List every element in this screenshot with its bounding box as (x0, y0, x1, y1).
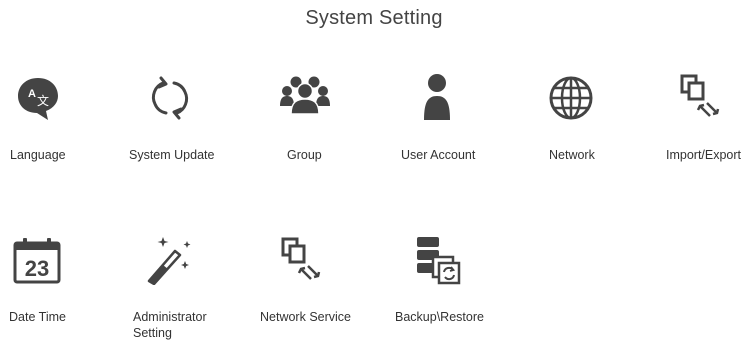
tile-network[interactable]: Network (530, 60, 640, 170)
svg-text:文: 文 (37, 93, 49, 108)
tile-backup-restore[interactable]: Backup\Restore (390, 225, 500, 335)
sync-icon (146, 74, 194, 122)
user-icon (421, 72, 453, 122)
network-service-icon (281, 235, 321, 283)
backup-restore-icon (415, 235, 465, 285)
tile-import-export[interactable]: Import/Export (660, 60, 748, 170)
tile-label: Network Service (260, 310, 351, 324)
tile-label: Administrator Setting (133, 310, 207, 340)
tile-system-update[interactable]: System Update (125, 60, 235, 170)
language-icon: A 文 (14, 74, 62, 122)
page-title: System Setting (305, 7, 443, 29)
tile-date-time[interactable]: 23 Date Time (0, 225, 110, 335)
import-export-icon (680, 72, 720, 120)
tile-label: User Account (401, 148, 476, 162)
tile-label: Date Time (9, 310, 66, 324)
globe-icon (547, 74, 595, 122)
calendar-icon: 23 (12, 237, 62, 285)
calendar-day: 23 (25, 256, 49, 281)
tile-label: Group (287, 148, 322, 162)
tile-group[interactable]: Group (270, 60, 380, 170)
tile-administrator-setting[interactable]: Administrator Setting (125, 225, 235, 340)
tile-label: Backup\Restore (395, 310, 484, 324)
group-icon (280, 72, 330, 120)
tile-label: Language (10, 148, 66, 162)
tile-language[interactable]: A 文 Language (0, 60, 110, 170)
svg-text:A: A (28, 88, 36, 100)
tile-label: System Update (129, 148, 215, 162)
magic-wand-icon (145, 235, 195, 285)
tile-label: Network (549, 148, 595, 162)
tile-user-account[interactable]: User Account (395, 60, 505, 170)
tile-label: Import/Export (666, 148, 742, 162)
tile-network-service[interactable]: Network Service (255, 225, 365, 335)
